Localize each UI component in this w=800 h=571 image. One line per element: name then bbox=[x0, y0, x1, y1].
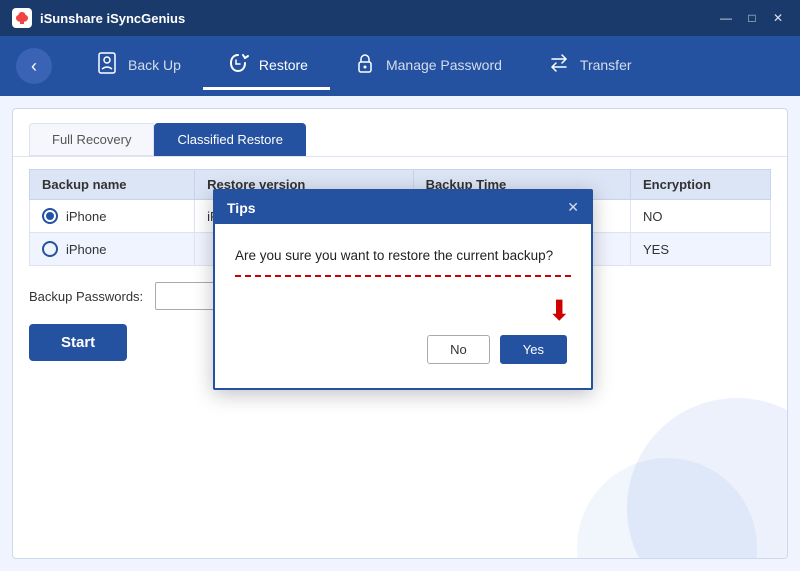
dialog-body: Are you sure you want to restore the cur… bbox=[215, 224, 591, 388]
dialog-buttons: No Yes bbox=[235, 335, 571, 372]
dialog-close-button[interactable]: ✕ bbox=[567, 199, 579, 216]
nav-tabs: Back Up Restore Manage Password bbox=[72, 42, 784, 90]
main-panel: Full Recovery Classified Restore Backup … bbox=[12, 108, 788, 559]
minimize-button[interactable]: — bbox=[716, 8, 736, 28]
transfer-icon bbox=[546, 50, 572, 79]
window-controls: — □ ✕ bbox=[716, 8, 788, 28]
app-title: iSunshare iSyncGenius bbox=[40, 11, 716, 26]
nav-tab-backup-label: Back Up bbox=[128, 57, 181, 73]
nav-tab-transfer-label: Transfer bbox=[580, 57, 632, 73]
yes-button[interactable]: Yes bbox=[500, 335, 567, 364]
tips-dialog: Tips ✕ Are you sure you want to restore … bbox=[213, 189, 593, 390]
no-button[interactable]: No bbox=[427, 335, 490, 364]
nav-tab-manage-password[interactable]: Manage Password bbox=[330, 42, 524, 90]
nav-tab-manage-password-label: Manage Password bbox=[386, 57, 502, 73]
back-button[interactable]: ‹ bbox=[16, 48, 52, 84]
nav-tab-transfer[interactable]: Transfer bbox=[524, 42, 654, 90]
titlebar: iSunshare iSyncGenius — □ ✕ bbox=[0, 0, 800, 36]
app-logo bbox=[12, 8, 32, 28]
dialog-header: Tips ✕ bbox=[215, 191, 591, 224]
dialog-message: Are you sure you want to restore the cur… bbox=[235, 248, 571, 263]
dialog-overlay: Tips ✕ Are you sure you want to restore … bbox=[13, 109, 787, 558]
dialog-divider bbox=[235, 275, 571, 277]
nav-tab-restore[interactable]: Restore bbox=[203, 42, 330, 90]
lock-icon bbox=[352, 50, 378, 79]
down-arrow-icon: ⬇ bbox=[548, 297, 571, 325]
dialog-arrow-area: ⬇ bbox=[235, 297, 571, 325]
navbar: ‹ Back Up Restore bbox=[0, 36, 800, 96]
maximize-button[interactable]: □ bbox=[742, 8, 762, 28]
dialog-title: Tips bbox=[227, 200, 256, 216]
close-button[interactable]: ✕ bbox=[768, 8, 788, 28]
nav-tab-restore-label: Restore bbox=[259, 57, 308, 73]
nav-tab-backup[interactable]: Back Up bbox=[72, 42, 203, 90]
restore-icon bbox=[225, 50, 251, 79]
backup-icon bbox=[94, 50, 120, 79]
